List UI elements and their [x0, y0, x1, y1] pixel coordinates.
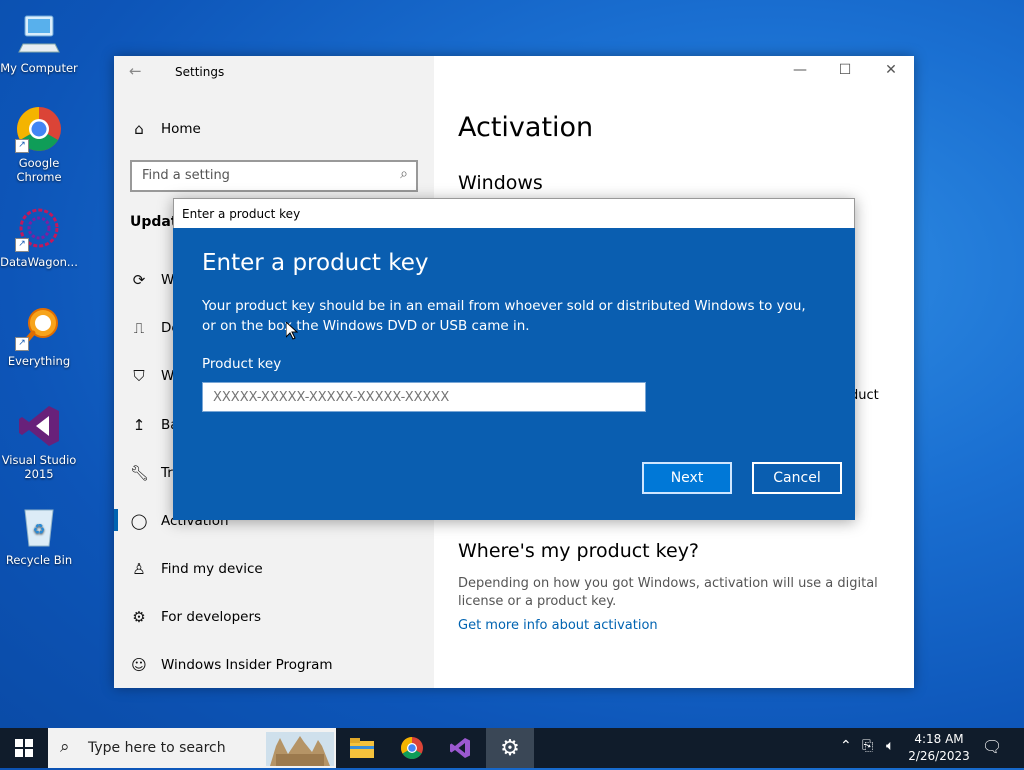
back-arrow-icon[interactable]: ←: [129, 62, 142, 80]
sidebar-item-label: For developers: [161, 609, 262, 625]
desktop-icon-visual-studio[interactable]: Visual Studio 2015: [0, 402, 78, 481]
delivery-icon: ⎍: [133, 319, 145, 337]
start-button[interactable]: [0, 728, 48, 768]
desktop-icon-google-chrome[interactable]: ↗ Google Chrome: [0, 105, 78, 184]
gear-icon: ⚙: [500, 735, 520, 761]
active-indicator: [114, 509, 118, 531]
maximize-icon[interactable]: ☐: [835, 62, 855, 78]
window-title: Settings: [175, 65, 225, 79]
dialog-body: Enter a product key Your product key sho…: [173, 228, 855, 520]
search-icon: ⌕: [400, 166, 408, 182]
help-text: Depending on how you got Windows, activa…: [458, 576, 878, 609]
sidebar-item-label: Tr: [161, 465, 173, 481]
section-heading-windows: Windows: [458, 172, 543, 194]
next-button[interactable]: Next: [642, 462, 732, 494]
search-highlight-image-icon: [266, 732, 334, 766]
cancel-button[interactable]: Cancel: [752, 462, 842, 494]
recycle-bin-icon: ♻: [15, 502, 63, 550]
sidebar-item-find-my-device[interactable]: ♙ Find my device: [130, 557, 263, 581]
computer-icon: [15, 10, 63, 58]
refresh-icon: ⟳: [132, 271, 146, 289]
taskbar-chrome[interactable]: [388, 728, 436, 768]
taskbar-settings[interactable]: ⚙: [486, 728, 534, 768]
desktop-icon-label: Recycle Bin: [5, 553, 73, 567]
help-link[interactable]: Get more info about activation: [458, 618, 658, 633]
visual-studio-icon: [450, 738, 470, 758]
sidebar-item-for-developers[interactable]: ⚙ For developers: [130, 605, 261, 629]
visual-studio-icon: [15, 402, 63, 450]
upload-arrow-icon: ↥: [132, 416, 146, 434]
settings-search-input[interactable]: [132, 162, 382, 188]
taskbar-search-placeholder: Type here to search: [88, 740, 226, 756]
product-key-input[interactable]: [202, 382, 646, 412]
sidebar-item-windows-security[interactable]: ⛉ W: [130, 364, 174, 388]
insider-cat-icon: ☺: [131, 656, 147, 674]
mouse-cursor-icon: [285, 320, 299, 344]
volume-icon[interactable]: 🔈︎: [886, 738, 894, 754]
sidebar-item-label: Home: [161, 121, 201, 137]
desktop-icon-my-computer[interactable]: My Computer: [0, 10, 78, 75]
desktop-icon-everything[interactable]: ↗ Everything: [0, 303, 78, 368]
help-heading: Where's my product key?: [458, 540, 700, 562]
product-key-dialog: Enter a product key Enter a product key …: [173, 198, 855, 520]
windows-logo-icon: [15, 739, 33, 757]
svg-text:♻: ♻: [33, 522, 46, 538]
minimize-icon[interactable]: —: [790, 62, 810, 78]
taskbar-search-box[interactable]: ⌕ Type here to search: [48, 728, 336, 768]
taskbar-file-explorer[interactable]: [338, 728, 386, 768]
developer-tools-icon: ⚙: [132, 608, 146, 626]
search-icon: ⌕: [60, 737, 70, 757]
desktop-icon-label: Visual Studio 2015: [1, 453, 77, 481]
sidebar-item-troubleshoot[interactable]: 🔧︎ Tr: [130, 461, 173, 485]
wrench-icon: 🔧︎: [130, 464, 150, 482]
taskbar: ⌕ Type here to search ⚙ ⌃ ⎘ 🔈︎ 4:18 AM 2…: [0, 728, 1024, 768]
desktop-icon-label: Google Chrome: [16, 156, 62, 184]
chevron-up-icon[interactable]: ⌃: [840, 738, 852, 754]
sidebar-item-home[interactable]: ⌂ Home: [130, 117, 201, 141]
home-icon: ⌂: [134, 120, 144, 138]
desktop-icon-datawagon[interactable]: ↗ DataWagon...: [0, 204, 78, 269]
network-icon[interactable]: ⎘: [862, 738, 873, 754]
person-icon: ♙: [132, 560, 146, 578]
sidebar-item-backup[interactable]: ↥ Ba: [130, 413, 179, 437]
notification-icon[interactable]: 🗨︎: [982, 737, 1002, 756]
clock[interactable]: 4:18 AM 2/26/2023: [906, 731, 972, 765]
sidebar-item-label: Find my device: [161, 561, 263, 577]
desktop-icon-label: DataWagon...: [0, 255, 78, 269]
shield-icon: ⛉: [133, 367, 145, 385]
close-icon[interactable]: ✕: [881, 62, 901, 78]
desktop-icon-recycle-bin[interactable]: ♻ Recycle Bin: [0, 502, 78, 567]
sidebar-item-windows-update[interactable]: ⟳ W: [130, 268, 175, 292]
clock-date: 2/26/2023: [908, 749, 970, 763]
desktop-icon-label: My Computer: [0, 61, 78, 75]
dialog-window-title: Enter a product key: [173, 198, 855, 228]
check-circle-icon: ◯: [130, 512, 148, 530]
taskbar-visual-studio[interactable]: [436, 728, 484, 768]
desktop-icon-label: Everything: [7, 354, 71, 368]
product-key-label: Product key: [202, 356, 282, 372]
everything-search-icon: ↗: [15, 303, 63, 351]
sidebar-item-label: Windows Insider Program: [161, 657, 333, 673]
folder-icon: [350, 738, 374, 758]
chrome-icon: ↗: [15, 105, 63, 153]
chrome-icon: [401, 737, 423, 759]
sidebar-item-windows-insider[interactable]: ☺ Windows Insider Program: [130, 653, 333, 677]
page-title: Activation: [458, 112, 594, 143]
dialog-heading: Enter a product key: [202, 250, 429, 276]
settings-search-box[interactable]: ⌕: [130, 160, 418, 192]
datawagon-icon: ↗: [15, 204, 63, 252]
clock-time: 4:18 AM: [914, 732, 964, 746]
